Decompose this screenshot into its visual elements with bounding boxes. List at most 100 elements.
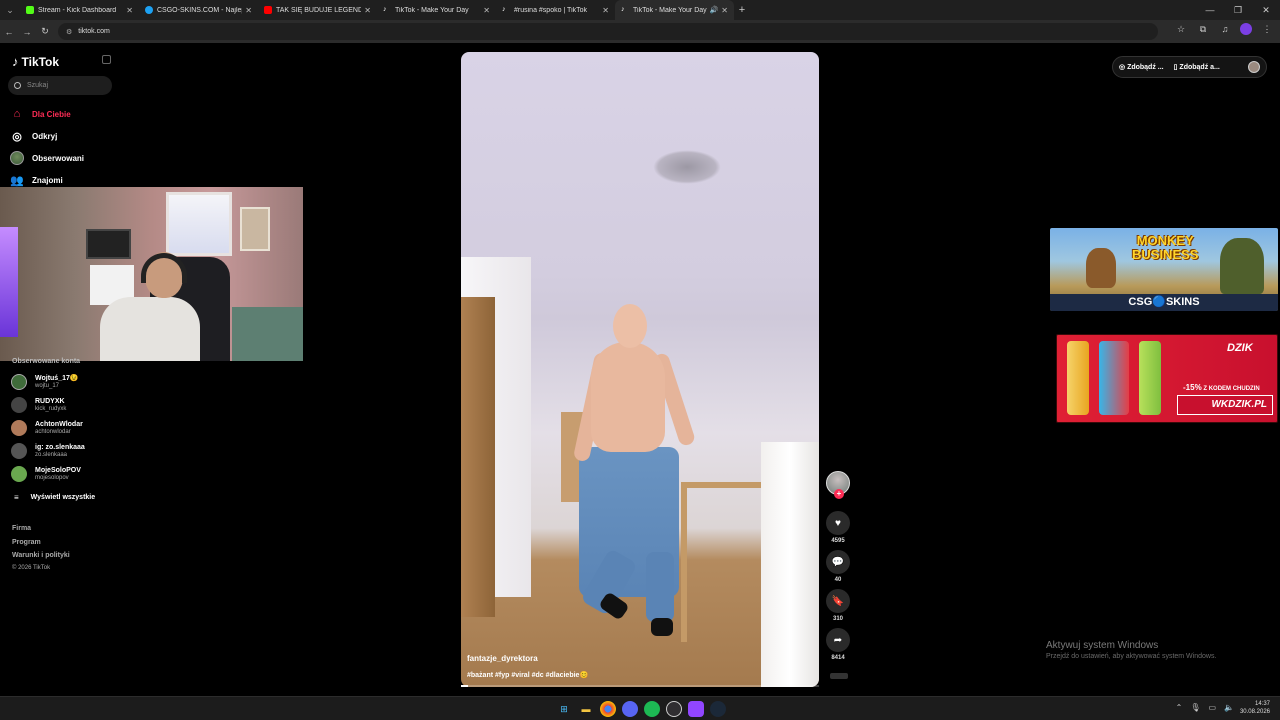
profile-avatar[interactable] bbox=[1240, 23, 1252, 35]
share-count: 8414 bbox=[831, 655, 845, 661]
wooden-door bbox=[461, 297, 495, 617]
reload-icon[interactable]: ↻ bbox=[36, 26, 54, 37]
like-button[interactable]: ♥ bbox=[826, 511, 850, 535]
nav-label: Dla Ciebie bbox=[32, 109, 71, 119]
bookmark-star-icon[interactable]: ☆ bbox=[1174, 24, 1188, 35]
tab-3[interactable]: ♪ TikTok - Make Your Day ✕ bbox=[377, 0, 496, 20]
soldier-character bbox=[1220, 238, 1264, 294]
back-icon[interactable]: ← bbox=[0, 27, 18, 37]
tab-1[interactable]: CSGO-SKINS.COM - Najlepsze ✕ bbox=[139, 0, 258, 20]
windows-start-icon[interactable]: ⊞ bbox=[556, 701, 572, 717]
tab-title: TikTok - Make Your Day bbox=[395, 6, 469, 14]
footer-link-program[interactable]: Program bbox=[12, 539, 41, 546]
tab-4[interactable]: ♪ #rusina #spoko | TikTok ✕ bbox=[496, 0, 615, 20]
ad-title-line2: BUSINESS bbox=[1132, 247, 1199, 262]
user-avatar[interactable] bbox=[1248, 61, 1260, 73]
webcam-overlay bbox=[0, 187, 303, 361]
save-count: 310 bbox=[832, 616, 843, 622]
dzik-ad[interactable]: DZIK -15% Z KODEM CHUDZIN WKDZIK.PL bbox=[1056, 334, 1278, 423]
csgo-skins-ad[interactable]: MONKEY BUSINESS CSG🔵SKINS bbox=[1050, 228, 1278, 311]
media-icon[interactable]: ♫ bbox=[1218, 24, 1232, 34]
close-tab-icon[interactable]: ✕ bbox=[483, 6, 490, 15]
close-window-icon[interactable]: ✕ bbox=[1252, 5, 1280, 16]
search-input[interactable]: Szukaj bbox=[8, 76, 112, 95]
discord-icon[interactable] bbox=[622, 701, 638, 717]
tiktok-favicon-icon: ♪ bbox=[502, 6, 506, 13]
file-explorer-icon[interactable]: ▬ bbox=[578, 701, 594, 717]
toolbar-right: ☆ ⧉ ♫ ⋮ bbox=[1174, 23, 1274, 35]
account-name: RUDYXK bbox=[35, 398, 65, 405]
footer-link-company[interactable]: Firma bbox=[12, 525, 31, 532]
avatar-icon bbox=[10, 151, 24, 165]
spotify-icon[interactable] bbox=[644, 701, 660, 717]
video-progress-bar[interactable] bbox=[461, 685, 819, 687]
close-tab-icon[interactable]: ✕ bbox=[602, 6, 609, 15]
tiktok-favicon-icon: ♪ bbox=[621, 6, 625, 13]
csgoskins-favicon-icon bbox=[145, 6, 153, 14]
network-icon[interactable]: ▭ bbox=[1208, 703, 1216, 712]
steam-icon[interactable] bbox=[710, 701, 726, 717]
followed-account[interactable]: AchtonWlodar achtonwlodar bbox=[11, 420, 83, 436]
collapse-sidebar-icon[interactable] bbox=[102, 55, 111, 64]
forward-icon[interactable]: → bbox=[18, 27, 36, 37]
ad-url: WKDZIK.PL bbox=[1177, 395, 1273, 415]
close-tab-icon[interactable]: ✕ bbox=[245, 6, 252, 15]
get-app-button[interactable]: ▯ Zdobądź a... bbox=[1174, 63, 1220, 71]
clock[interactable]: 14:37 30.08.2026 bbox=[1240, 700, 1270, 716]
account-handle: achtonwlodar bbox=[35, 429, 71, 435]
share-button[interactable]: ➦ bbox=[826, 628, 850, 652]
show-all-button[interactable]: ≡ Wyświetl wszystkie bbox=[14, 493, 95, 502]
dancer-right-shoe bbox=[651, 618, 673, 636]
video-description[interactable]: #bażant #fyp #viral #dc #dlaciebie😊 bbox=[467, 671, 588, 679]
obs-icon[interactable] bbox=[666, 701, 682, 717]
tab-search-icon[interactable]: ⌄ bbox=[0, 0, 20, 20]
comment-button[interactable]: 💬 bbox=[826, 550, 850, 574]
extensions-icon[interactable]: ⧉ bbox=[1196, 24, 1210, 35]
get-coins-button[interactable]: ◎ Zdobądź ... bbox=[1119, 63, 1164, 71]
nav-item-explore[interactable]: ◎ Odkryj bbox=[10, 125, 84, 147]
tray-chevron-icon[interactable]: ⌃ bbox=[1176, 703, 1183, 712]
footer-link-terms[interactable]: Warunki i polityki bbox=[12, 552, 70, 559]
maximize-icon[interactable]: ❐ bbox=[1224, 5, 1252, 16]
video-player[interactable] bbox=[461, 52, 819, 687]
site-info-icon[interactable]: ⚙ bbox=[66, 28, 72, 36]
minimize-icon[interactable]: — bbox=[1196, 5, 1224, 15]
nav-item-following[interactable]: Obserwowani bbox=[10, 147, 84, 169]
tiktok-favicon-icon: ♪ bbox=[383, 6, 387, 13]
url-field[interactable]: ⚙ tiktok.com bbox=[58, 23, 1158, 40]
tab-0[interactable]: Stream - Kick Dashboard ✕ bbox=[20, 0, 139, 20]
twitch-icon[interactable] bbox=[688, 701, 704, 717]
new-tab-button[interactable]: + bbox=[734, 4, 750, 16]
ad-title-line1: MONKEY bbox=[1136, 233, 1194, 248]
menu-icon[interactable]: ⋮ bbox=[1260, 24, 1274, 35]
mic-icon[interactable]: 🎙 bbox=[1190, 703, 1200, 712]
account-name: MojeSoloPOV bbox=[35, 467, 81, 474]
save-button[interactable]: 🔖 bbox=[826, 589, 850, 613]
tab-2[interactable]: TAK SIĘ BUDUJE LEGENDĘ - Yo ✕ bbox=[258, 0, 377, 20]
address-bar: ← → ↻ ⚙ tiktok.com ☆ ⧉ ♫ ⋮ bbox=[0, 20, 1280, 43]
speaker-icon[interactable]: 🔊 bbox=[710, 6, 719, 14]
led-light bbox=[0, 227, 18, 337]
follow-plus-icon[interactable]: + bbox=[834, 489, 844, 499]
followed-account[interactable]: Wojtuś_17😉 wojtu_17 bbox=[11, 374, 79, 390]
account-handle: kick_rudyxk bbox=[35, 406, 67, 412]
followed-account[interactable]: ig: zo.slenkaaa zo.slenkaaa bbox=[11, 443, 85, 459]
tiktok-logo[interactable]: ♪ TikTok bbox=[12, 54, 59, 69]
chrome-icon[interactable] bbox=[600, 701, 616, 717]
volume-icon[interactable]: 🔈 bbox=[1224, 703, 1234, 712]
followed-account[interactable]: MojeSoloPOV mojesolopov bbox=[11, 466, 81, 482]
close-tab-icon[interactable]: ✕ bbox=[721, 6, 728, 15]
kick-favicon-icon bbox=[26, 6, 34, 14]
system-tray: ⌃ 🎙 ▭ 🔈 bbox=[1176, 703, 1234, 712]
video-author[interactable]: fantazje_dyrektora bbox=[467, 654, 538, 663]
tab-5-active[interactable]: ♪ TikTok - Make Your Day 🔊 ✕ bbox=[615, 0, 734, 20]
close-tab-icon[interactable]: ✕ bbox=[126, 6, 133, 15]
account-handle: wojtu_17 bbox=[35, 383, 60, 389]
close-tab-icon[interactable]: ✕ bbox=[364, 6, 371, 15]
music-disc-icon[interactable] bbox=[830, 673, 848, 679]
copyright: © 2026 TikTok bbox=[12, 565, 51, 571]
nav-item-for-you[interactable]: ⌂ Dla Ciebie bbox=[10, 103, 84, 125]
followed-account[interactable]: RUDYXK kick_rudyxk bbox=[11, 397, 66, 413]
creator-avatar[interactable]: + bbox=[826, 471, 850, 499]
wall-picture bbox=[240, 207, 270, 251]
